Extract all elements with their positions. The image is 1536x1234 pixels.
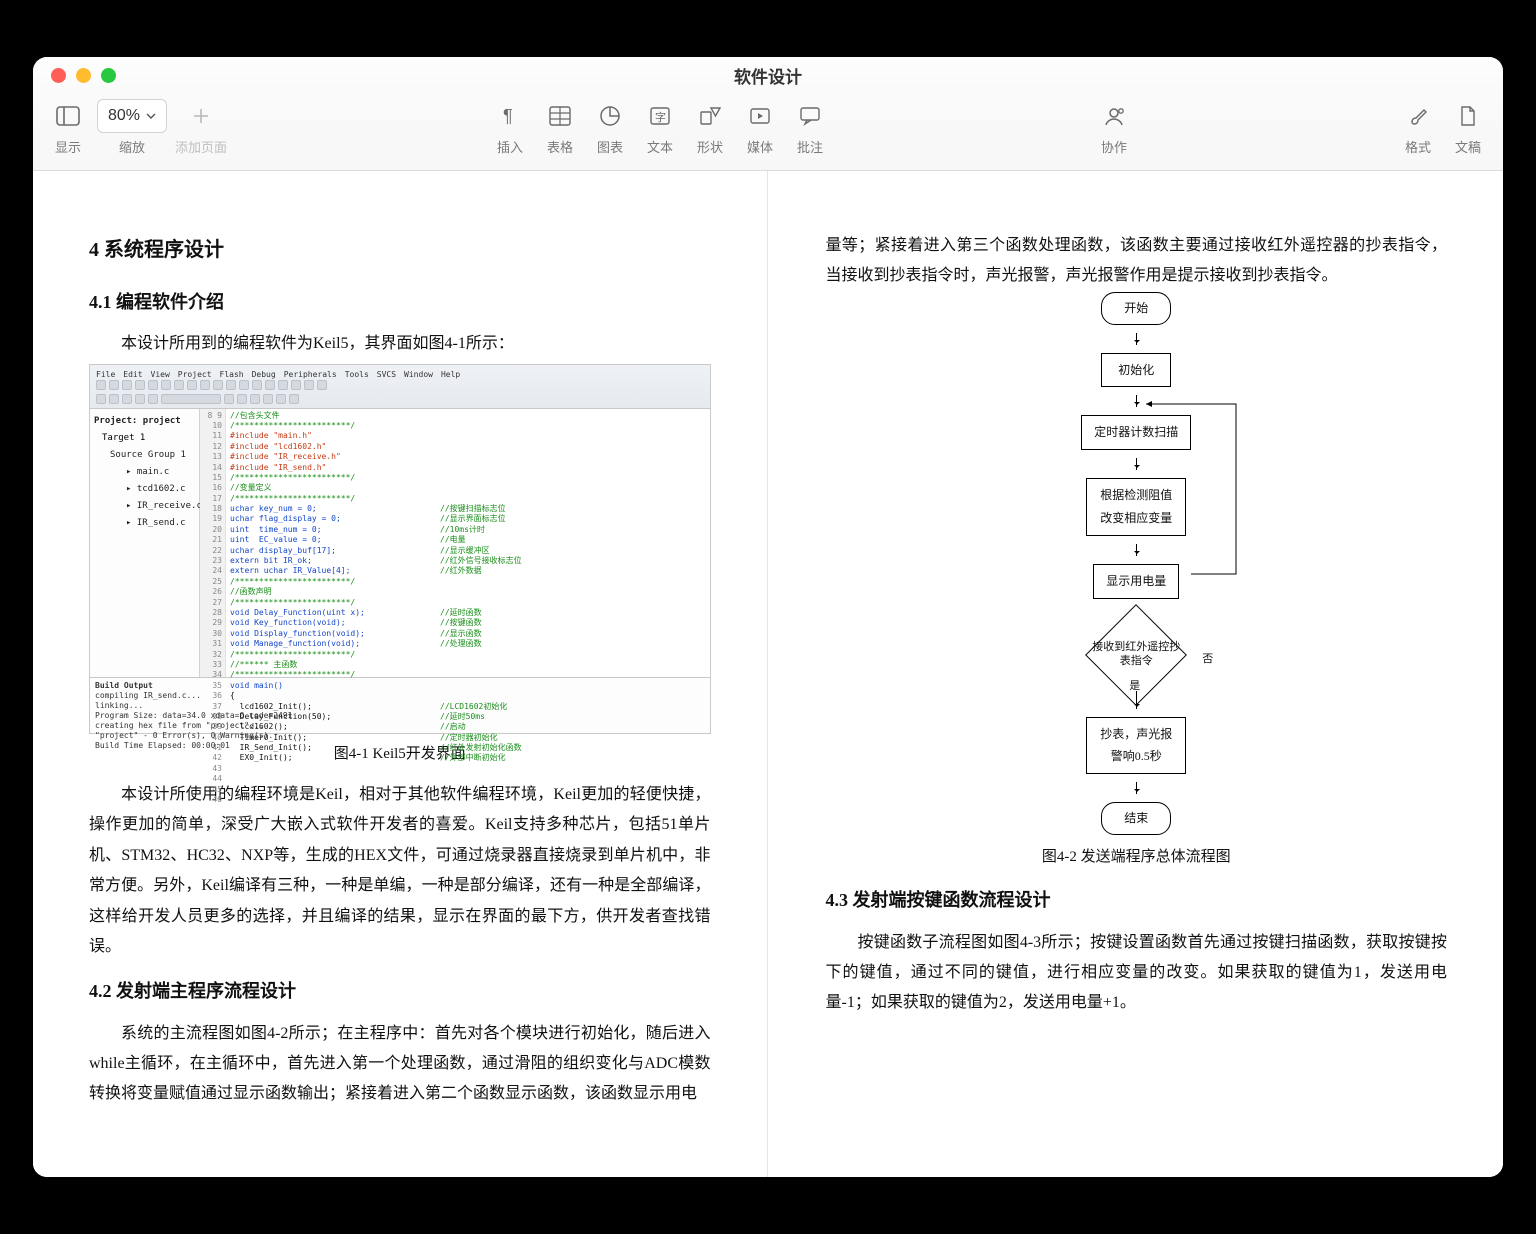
tb-comment[interactable]: 批注 <box>789 99 831 156</box>
keil-menu: FileEditViewProjectFlashDebugPeripherals… <box>90 365 710 379</box>
flow-action: 抄表，声光报警响0.5秒 <box>1086 717 1186 775</box>
keil-top-bars: FileEditViewProjectFlashDebugPeripherals… <box>90 365 710 409</box>
keil-toolbar-1 <box>90 379 710 393</box>
para-43: 按键函数子流程图如图4-3所示；按键设置函数首先通过按键扫描函数，获取按键按下的… <box>826 928 1448 1019</box>
tb-document[interactable]: 文稿 <box>1447 99 1489 156</box>
flow-init: 初始化 <box>1101 353 1171 388</box>
tb-format[interactable]: 格式 <box>1397 99 1439 156</box>
zoom-select[interactable]: 80% <box>97 99 167 133</box>
plus-icon <box>180 99 222 133</box>
para-41: 本设计所使用的编程环境是Keil，相对于其他软件编程环境，Keil更加的轻便快捷… <box>89 780 711 962</box>
flow-end: 结束 <box>1101 802 1171 835</box>
para-42: 系统的主流程图如图4-2所示；在主程序中：首先对各个模块进行初始化，随后进入wh… <box>89 1019 711 1110</box>
heading-4: 4 系统程序设计 <box>89 231 711 269</box>
media-icon <box>739 99 781 133</box>
keil-project-tree: Project: project Target 1 Source Group 1… <box>90 409 200 677</box>
comment-icon <box>789 99 831 133</box>
tb-collaborate[interactable]: 协作 <box>1093 99 1135 156</box>
flow-label-yes: 是 <box>1129 676 1140 697</box>
keil5-screenshot: FileEditViewProjectFlashDebugPeripherals… <box>89 364 711 734</box>
flow-check: 根据检测阻值改变相应变量 <box>1086 478 1186 536</box>
tb-view[interactable]: 显示 <box>47 99 89 156</box>
text-icon: 字 <box>639 99 681 133</box>
chart-icon <box>589 99 631 133</box>
chevron-down-icon <box>146 113 156 120</box>
flow-start: 开始 <box>1101 292 1171 325</box>
tb-chart[interactable]: 图表 <box>589 99 631 156</box>
heading-4-2: 4.2 发射端主程序流程设计 <box>89 974 711 1008</box>
flow-decision: 接收到红外遥控抄表指令 否 是 <box>1081 627 1191 683</box>
para-42-cont: 量等；紧接着进入第三个函数处理函数，该函数主要通过接收红外遥控器的抄表指令，当接… <box>826 231 1448 292</box>
heading-4-1: 4.1 编程软件介绍 <box>89 285 711 319</box>
svg-text:¶: ¶ <box>503 106 513 126</box>
page-right[interactable]: 量等；紧接着进入第三个函数处理函数，该函数主要通过接收红外遥控器的抄表指令，当接… <box>770 171 1504 1177</box>
svg-text:字: 字 <box>655 110 666 124</box>
flowchart-42: 开始 初始化 定时器计数扫描 根据检测阻值改变相应变量 显示用电量 接收到红外遥… <box>1006 292 1266 835</box>
flow-timer: 定时器计数扫描 <box>1081 415 1191 450</box>
tb-media[interactable]: 媒体 <box>739 99 781 156</box>
page-left[interactable]: 4 系统程序设计 4.1 编程软件介绍 本设计所用到的编程软件为Keil5，其界… <box>33 171 768 1177</box>
tb-insert[interactable]: ¶ 插入 <box>489 99 531 156</box>
toolbar: 显示 80% 缩放 添加页面 ¶ 插入 表格 <box>33 93 1503 171</box>
tb-add-page[interactable]: 添加页面 <box>175 99 227 156</box>
table-icon <box>539 99 581 133</box>
tb-table[interactable]: 表格 <box>539 99 581 156</box>
window-title: 软件设计 <box>33 63 1503 88</box>
shape-icon <box>689 99 731 133</box>
flow-label-no: 否 <box>1202 649 1213 670</box>
titlebar: 软件设计 <box>33 57 1503 93</box>
tb-shape[interactable]: 形状 <box>689 99 731 156</box>
intro-para: 本设计所用到的编程软件为Keil5，其界面如图4-1所示： <box>89 329 711 359</box>
zoom-value: 80% <box>108 107 140 125</box>
keil-code-editor: 8 9 10 11 12 13 14 15 16 17 18 19 20 21 … <box>200 409 710 677</box>
flow-show: 显示用电量 <box>1093 564 1179 599</box>
heading-4-3: 4.3 发射端按键函数流程设计 <box>826 883 1448 917</box>
tb-text[interactable]: 字 文本 <box>639 99 681 156</box>
fig42-caption: 图4-2 发送端程序总体流程图 <box>826 843 1448 872</box>
app-window: 软件设计 显示 80% 缩放 添加页面 ¶ 插入 <box>33 57 1503 1177</box>
brush-icon <box>1397 99 1439 133</box>
sidebar-icon <box>47 99 89 133</box>
document-icon <box>1447 99 1489 133</box>
tb-zoom[interactable]: 80% 缩放 <box>97 99 167 156</box>
document-area: 4 系统程序设计 4.1 编程软件介绍 本设计所用到的编程软件为Keil5，其界… <box>33 171 1503 1177</box>
collaborate-icon <box>1093 99 1135 133</box>
keil-toolbar-2 <box>90 393 710 407</box>
pilcrow-icon: ¶ <box>489 99 531 133</box>
